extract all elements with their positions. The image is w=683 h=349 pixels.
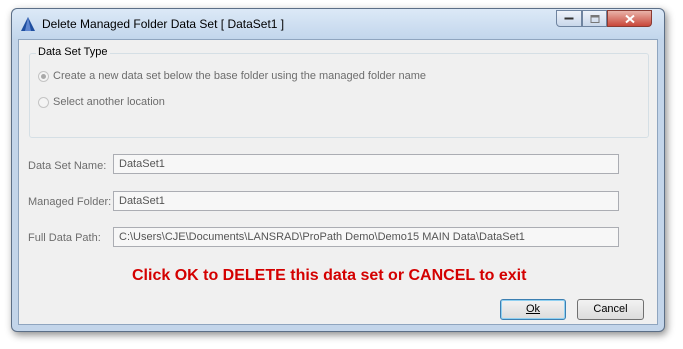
- group-title: Data Set Type: [36, 46, 110, 58]
- radio-create-new[interactable]: Create a new data set below the base fol…: [38, 70, 426, 82]
- maximize-button[interactable]: [582, 10, 607, 27]
- close-icon: [624, 14, 635, 23]
- radio-label-select-location: Select another location: [53, 96, 165, 108]
- radio-button[interactable]: [38, 96, 49, 108]
- dialog-window: Delete Managed Folder Data Set [ DataSet…: [11, 8, 665, 332]
- radio-select-location[interactable]: Select another location: [38, 96, 165, 108]
- data-set-type-group: Data Set Type Create a new data set belo…: [29, 46, 649, 138]
- managed-folder-field[interactable]: DataSet1: [113, 191, 619, 211]
- window-title: Delete Managed Folder Data Set [ DataSet…: [42, 17, 285, 31]
- full-data-path-label: Full Data Path:: [28, 232, 101, 244]
- minimize-button[interactable]: [556, 10, 582, 27]
- data-set-name-field[interactable]: DataSet1: [113, 154, 619, 174]
- minimize-icon: [564, 17, 574, 19]
- cancel-button[interactable]: Cancel: [577, 299, 644, 320]
- cancel-button-label: Cancel: [593, 303, 628, 315]
- ok-button-label: Ok: [525, 303, 541, 315]
- ok-button[interactable]: Ok: [500, 299, 566, 320]
- dialog-content: Data Set Type Create a new data set belo…: [18, 39, 658, 325]
- managed-folder-label: Managed Folder:: [28, 196, 112, 208]
- app-triangle-icon: [21, 17, 35, 31]
- full-data-path-field[interactable]: C:\Users\CJE\Documents\LANSRAD\ProPath D…: [113, 227, 619, 247]
- title-bar[interactable]: Delete Managed Folder Data Set [ DataSet…: [12, 9, 664, 39]
- maximize-icon: [590, 14, 599, 23]
- data-set-name-label: Data Set Name:: [28, 160, 107, 172]
- radio-button-checked[interactable]: [38, 70, 49, 82]
- radio-label-create-new: Create a new data set below the base fol…: [53, 70, 427, 82]
- close-button[interactable]: [607, 10, 652, 27]
- delete-warning-text: Click OK to DELETE this data set or CANC…: [132, 267, 527, 284]
